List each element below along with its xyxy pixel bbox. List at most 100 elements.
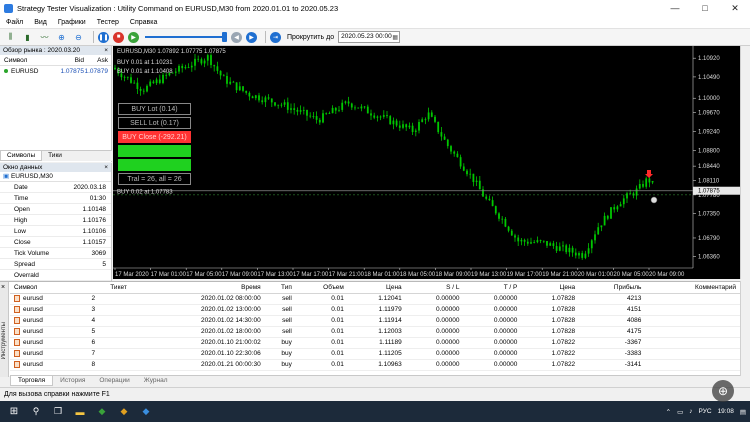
scroll-date-input[interactable]: 2020.05.23 00:00 ▦ [338, 31, 401, 43]
tab-symbols[interactable]: Символы [0, 151, 43, 161]
notifications-icon[interactable]: ▤ [740, 408, 746, 416]
network-icon[interactable]: ▭ [677, 408, 683, 416]
candle-body [318, 119, 321, 123]
candle-body [565, 245, 568, 253]
trail-button[interactable]: Tral = 26, all = 26 [118, 173, 191, 185]
chart-vertical-scrollbar[interactable] [740, 46, 750, 279]
price-tick-label: 1.10000 [698, 96, 720, 102]
close-button[interactable]: ✕ [720, 0, 750, 16]
chart-symbol-header: EURUSD,M30 1.07892 1.07775 1.07875 [117, 49, 226, 55]
zoom-magnifier-icon[interactable]: ⊕ [712, 380, 734, 402]
close-icon[interactable]: × [104, 163, 111, 172]
bar-chart-icon[interactable]: ⫼ [4, 31, 17, 44]
column-header[interactable]: S / L [405, 282, 464, 294]
menu-charts[interactable]: Графики [58, 19, 86, 26]
speed-slider[interactable] [145, 31, 227, 43]
tab-ticks[interactable]: Тики [42, 151, 68, 161]
stop-button[interactable]: ■ [113, 31, 124, 43]
table-cell: -3367 [579, 337, 646, 349]
green-action-button-2[interactable] [118, 159, 191, 171]
candle-body [421, 119, 424, 123]
buy-close-button[interactable]: BUY Close (-292.21) [118, 131, 191, 143]
column-header[interactable]: Тикет [87, 282, 131, 294]
toolbox-scrollbar[interactable] [740, 281, 750, 376]
candle-body [635, 188, 638, 196]
menu-file[interactable]: Файл [6, 19, 23, 26]
column-header[interactable]: Объем [295, 282, 348, 294]
table-row[interactable]: eurusd 3 2020.01.02 13:00:00 sell 0.01 1.1197… [10, 304, 740, 316]
candle-body [232, 81, 235, 83]
buy-lot-button[interactable]: BUY Lot (0.14) [118, 103, 191, 115]
candle-body [328, 113, 331, 114]
data-key: Time [14, 195, 29, 202]
windows-start-icon[interactable]: ⊞ [6, 404, 22, 420]
table-cell: 2020.01.02 14:30:00 [130, 315, 265, 327]
language-indicator[interactable]: РУС [699, 408, 712, 415]
step-button[interactable]: ▶ [128, 31, 139, 43]
table-row[interactable]: eurusd 5 2020.01.02 18:00:00 sell 0.01 1.1200… [10, 326, 740, 338]
task-view-icon[interactable]: ❒ [50, 404, 66, 420]
table-row[interactable]: eurusd 6 2020.01.10 21:00:02 buy 0.01 1.11189… [10, 337, 740, 349]
tester-app-icon[interactable]: ◆ [116, 404, 132, 420]
table-row[interactable]: eurusd 8 2020.01.21 00:00:30 buy 0.01 1.10963… [10, 359, 740, 371]
column-header[interactable]: Тип [264, 282, 296, 294]
sell-lot-button[interactable]: SELL Lot (0.17) [118, 117, 191, 129]
skip-back-button[interactable]: ◀ [231, 31, 242, 43]
candle-body [226, 76, 228, 84]
zoom-in-icon[interactable]: ⊕ [55, 31, 68, 44]
close-icon[interactable]: × [1, 284, 5, 291]
close-icon[interactable]: × [104, 46, 111, 55]
minimize-button[interactable]: — [660, 0, 690, 16]
skip-forward-button[interactable]: ▶ [246, 31, 257, 43]
candle-body [408, 125, 411, 128]
menu-help[interactable]: Справка [130, 19, 157, 26]
price-chart[interactable]: 1.10920 1.10490 1.10000 1.09670 1.09240 1.088… [113, 46, 740, 279]
line-chart-icon[interactable]: 〰 [38, 31, 51, 44]
calendar-icon[interactable]: ▦ [392, 33, 398, 43]
tab-trade[interactable]: Торговля [10, 376, 54, 386]
table-cell: 0.00000 [463, 337, 522, 349]
terminal-app-icon[interactable]: ◆ [94, 404, 110, 420]
candle-body [139, 88, 142, 91]
pause-button[interactable]: ❚❚ [98, 31, 109, 43]
maximize-button[interactable]: □ [690, 0, 720, 16]
candle-body [360, 106, 363, 109]
search-icon[interactable]: ⚲ [28, 404, 44, 420]
candle-body [155, 79, 158, 84]
market-watch-row[interactable]: EURUSD 1.07875 1.07879 [0, 66, 111, 77]
file-explorer-icon[interactable]: ▬ [72, 404, 88, 420]
table-row[interactable]: eurusd 7 2020.01.10 22:30:06 buy 0.01 1.11205… [10, 348, 740, 360]
column-header[interactable]: Время [130, 282, 265, 294]
column-header[interactable]: Цена [521, 282, 580, 294]
price-tick-label: 1.08110 [698, 179, 720, 185]
column-header[interactable]: Комментарий [645, 282, 740, 294]
column-header[interactable]: T / P [463, 282, 522, 294]
candle-body [264, 97, 267, 103]
table-row[interactable]: eurusd 2 2020.01.02 08:00:00 sell 0.01 1.1204… [10, 293, 740, 305]
column-header[interactable]: Цена [347, 282, 406, 294]
candle-body [322, 113, 324, 123]
tab-operations[interactable]: Операции [92, 376, 136, 386]
volume-icon[interactable]: ♪ [689, 408, 692, 415]
tab-history[interactable]: История [53, 376, 92, 386]
zoom-out-icon[interactable]: ⊖ [72, 31, 85, 44]
menu-view[interactable]: Вид [34, 19, 47, 26]
symbol-name: EURUSD [11, 68, 39, 75]
candle-chart-icon[interactable]: ▮ [21, 31, 34, 44]
tab-journal[interactable]: Журнал [137, 376, 175, 386]
candle-body [555, 246, 558, 251]
tray-up-arrow-icon[interactable]: ⌃ [666, 408, 671, 416]
table-row[interactable]: eurusd 4 2020.01.02 14:30:00 sell 0.01 1.1191… [10, 315, 740, 327]
column-header[interactable]: Символ [10, 282, 88, 294]
candle-body [488, 198, 491, 201]
speed-thumb[interactable] [222, 32, 227, 42]
metaeditor-app-icon[interactable]: ◆ [138, 404, 154, 420]
scroll-to-icon[interactable]: ⇥ [270, 31, 281, 43]
green-action-button[interactable] [118, 145, 191, 157]
candle-body [213, 65, 216, 67]
candle-body [261, 100, 264, 103]
clock[interactable]: 19:08 [718, 408, 734, 415]
table-cell [645, 337, 740, 349]
menu-tester[interactable]: Тестер [97, 19, 119, 26]
column-header[interactable]: Прибыль [579, 282, 646, 294]
